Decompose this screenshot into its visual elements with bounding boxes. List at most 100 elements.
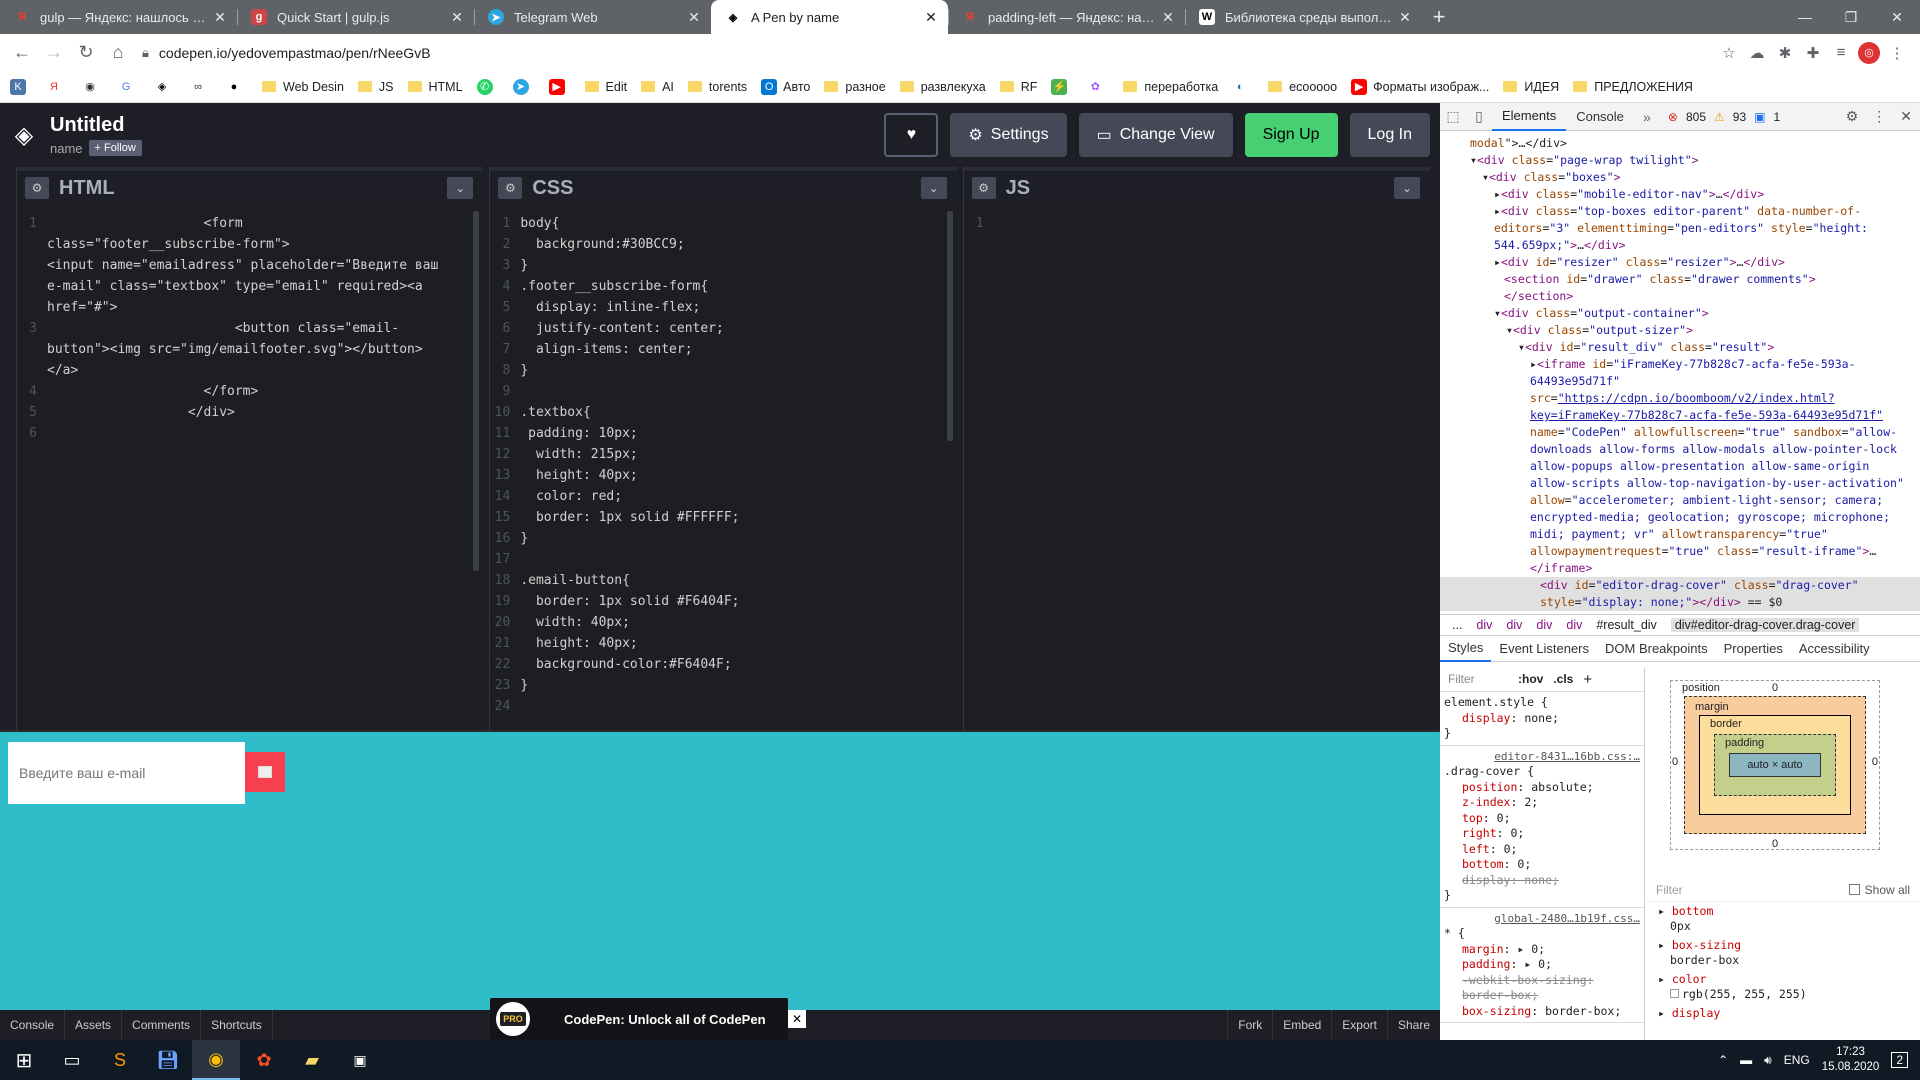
close-icon[interactable]: ✕ <box>788 1010 806 1028</box>
breadcrumb-item[interactable]: div <box>1506 618 1522 632</box>
code-line[interactable]: 7 align-items: center; <box>490 339 946 360</box>
dom-node[interactable]: modal">…</div> <box>1440 135 1920 152</box>
dom-node[interactable]: ▾<div class="output-sizer"> <box>1440 322 1920 339</box>
home-icon[interactable]: ⌂ <box>102 37 134 69</box>
chrome-icon[interactable]: ◉ <box>192 1040 240 1080</box>
rule-property[interactable]: right: 0; <box>1444 826 1640 842</box>
breadcrumb-item[interactable]: div <box>1476 618 1492 632</box>
browser-tab[interactable]: ➤ Telegram Web ✕ <box>474 0 711 34</box>
bookmark-item[interactable]: O Авто <box>761 78 810 95</box>
computed-property[interactable]: ▸ display <box>1646 1004 1920 1023</box>
bookmark-folder[interactable]: Edit <box>584 80 627 94</box>
scrollbar[interactable] <box>473 211 480 571</box>
gear-icon[interactable]: ⚙ <box>971 177 996 199</box>
code-line[interactable]: 14 color: red; <box>490 486 946 507</box>
browser-tab-active[interactable]: ◈ A Pen by name ✕ <box>711 0 948 34</box>
breadcrumb-item[interactable]: ... <box>1452 618 1462 632</box>
bookmark-item[interactable]: ▶ Форматы изображ... <box>1351 78 1489 95</box>
chevron-down-icon[interactable]: ⌄ <box>920 177 947 199</box>
login-button[interactable]: Log In <box>1349 113 1430 157</box>
rule-property[interactable]: z-index: 2; <box>1444 795 1640 811</box>
tab-dom-breakpoints[interactable]: DOM Breakpoints <box>1597 636 1716 662</box>
bookmark-icon-only[interactable]: ▶ <box>548 78 571 95</box>
rule-property[interactable]: position: absolute; <box>1444 780 1640 796</box>
code-area[interactable]: 1 <box>964 205 1420 730</box>
forward-icon[interactable]: → <box>38 37 70 69</box>
code-line[interactable]: 19 border: 1px solid #F6404F; <box>490 591 946 612</box>
task-view-icon[interactable]: ▭ <box>48 1040 96 1080</box>
chevron-down-icon[interactable]: ⌄ <box>447 177 474 199</box>
extension-icon[interactable]: ☁ <box>1746 42 1768 64</box>
console-button[interactable]: Console <box>0 1010 66 1040</box>
star-icon[interactable]: ☆ <box>1718 42 1740 64</box>
new-tab-button[interactable]: + <box>1422 0 1456 34</box>
code-line[interactable]: 22 background-color:#F6404F; <box>490 654 946 675</box>
close-icon[interactable]: ✕ <box>211 9 229 26</box>
url-input[interactable]: 🔒︎ codepen.io/yedovempastmao/pen/rNeeGvB <box>134 39 1718 67</box>
gear-icon[interactable]: ⚙ <box>498 177 523 199</box>
close-icon[interactable]: ✕ <box>922 9 940 26</box>
folder-icon[interactable]: ▰ <box>288 1040 336 1080</box>
bookmark-folder[interactable]: ПРЕДЛОЖЕНИЯ <box>1573 80 1693 94</box>
computed-property[interactable]: ▸ color rgb(255, 255, 255) <box>1646 970 1920 1004</box>
bookmark-icon-only[interactable]: ✆ <box>476 78 499 95</box>
clock[interactable]: 17:23 15.08.2020 <box>1822 1045 1880 1075</box>
code-line[interactable]: 1 <box>964 213 1420 234</box>
embed-button[interactable]: Embed <box>1272 1010 1331 1040</box>
bookmark-folder[interactable]: torents <box>687 80 747 94</box>
css-editor[interactable]: ⚙ CSS ⌄ 1 body{2 background:#30BCC9; 3} 4 .f… <box>489 167 957 730</box>
windows-start-icon[interactable]: ⊞ <box>0 1040 48 1080</box>
dom-node[interactable]: ▸<div class="top-boxes editor-parent" da… <box>1440 203 1920 254</box>
rule-property[interactable]: bottom: 0; <box>1444 857 1640 873</box>
gear-icon[interactable]: ⚙ <box>25 177 49 199</box>
code-line[interactable]: 3} <box>490 255 946 276</box>
sublime-icon[interactable]: S <box>96 1040 144 1080</box>
username[interactable]: name <box>50 141 83 156</box>
style-rule[interactable]: editor-8431…16bb.css:… .drag-cover { pos… <box>1440 746 1644 908</box>
network-icon[interactable]: ▬ <box>1740 1053 1752 1067</box>
code-line[interactable]: 15 border: 1px solid #FFFFFF; <box>490 507 946 528</box>
code-line[interactable]: 6 <box>17 423 473 444</box>
style-rule[interactable]: element.style { display: none; } <box>1440 692 1644 746</box>
pen-title[interactable]: Untitled <box>50 114 142 137</box>
more-tabs-icon[interactable]: » <box>1634 109 1660 125</box>
codepen-logo-icon[interactable]: ◈ <box>10 121 38 149</box>
bookmark-icon-only[interactable]: G <box>118 79 140 95</box>
dom-node[interactable]: <section id="drawer" class="drawer comme… <box>1440 271 1920 288</box>
code-line[interactable]: 16} <box>490 528 946 549</box>
code-area[interactable]: 1 body{2 background:#30BCC9; 3} 4 .footer__s… <box>490 205 946 730</box>
code-line[interactable]: 1 body{ <box>490 213 946 234</box>
bookmark-folder[interactable]: JS <box>357 80 394 94</box>
dom-node[interactable]: ▸<div class="mobile-editor-nav">…</div> <box>1440 186 1920 203</box>
code-line[interactable]: 6 justify-content: center; <box>490 318 946 339</box>
code-line[interactable]: 8} <box>490 360 946 381</box>
code-line[interactable]: 24 <box>490 696 946 717</box>
browser-tab[interactable]: Яgulp — Яндекс: нашлось 2 млн ✕ <box>0 0 237 34</box>
email-input[interactable]: Введите ваш e-mail <box>8 742 245 804</box>
bookmark-icon-only[interactable]: ➤ <box>512 78 535 95</box>
volume-icon[interactable]: 🔊︎ <box>1764 1053 1772 1068</box>
rule-property[interactable]: left: 0; <box>1444 842 1640 858</box>
tab-elements[interactable]: Elements <box>1492 103 1567 131</box>
breadcrumb-item[interactable]: div <box>1566 618 1582 632</box>
code-line[interactable]: 9 <box>490 381 946 402</box>
bookmark-folder[interactable]: RF <box>999 80 1037 94</box>
close-window-icon[interactable]: ✕ <box>1874 0 1920 34</box>
playlist-icon[interactable]: ≡ <box>1830 42 1852 64</box>
code-line[interactable]: 20 width: 40px; <box>490 612 946 633</box>
inspect-icon[interactable]: ⬚ <box>1440 108 1466 125</box>
scrollbar[interactable] <box>946 211 953 441</box>
browser-tab[interactable]: g Quick Start | gulp.js ✕ <box>237 0 474 34</box>
avatar[interactable]: ◎ <box>1858 41 1880 64</box>
hov-toggle[interactable]: :hov <box>1518 672 1543 688</box>
rule-property[interactable]: display: none; <box>1444 711 1640 727</box>
pro-banner[interactable]: PRO CodePen: Unlock all of CodePen ✕ <box>490 998 806 1040</box>
language-indicator[interactable]: ENG <box>1784 1053 1810 1067</box>
tab-accessibility[interactable]: Accessibility <box>1791 636 1878 662</box>
bookmark-icon-only[interactable]: ◐ <box>1232 79 1254 95</box>
bookmark-icon-only[interactable]: ⚡ <box>1051 78 1073 95</box>
maximize-icon[interactable]: ❐ <box>1828 0 1874 34</box>
dom-node[interactable]: </section> <box>1440 288 1920 305</box>
code-line[interactable]: 5 </div> <box>17 402 473 423</box>
menu-icon[interactable]: ⋮ <box>1886 42 1908 64</box>
